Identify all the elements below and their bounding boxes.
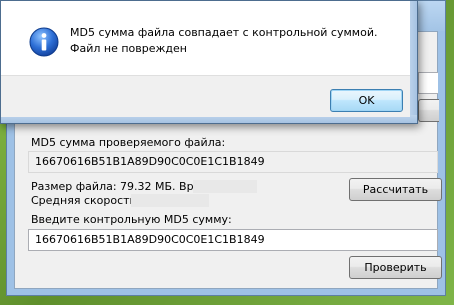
file-size-label: Размер файла: 79.32 МБ. Время: [31, 180, 219, 193]
message-box-dialog: MD5 сумма файла совпадает с контрольной … [0, 0, 418, 124]
average-speed-value [131, 194, 209, 207]
checksum-input[interactable]: 16670616B51B1A89D90C0C0E1C1B1849 [28, 229, 438, 251]
average-speed-label: Средняя скорость: [31, 194, 140, 207]
verify-button[interactable]: Проверить [349, 256, 442, 279]
checked-hash-field[interactable]: 16670616B51B1A89D90C0C0E1C1B1849 [28, 151, 438, 173]
dialog-frame-right [409, 1, 417, 123]
elapsed-time-value [193, 180, 257, 193]
checked-hash-label: MD5 сумма проверяемого файла: [31, 136, 226, 149]
calculate-button[interactable]: Рассчитать [349, 178, 442, 201]
dialog-message-area: MD5 сумма файла совпадает с контрольной … [1, 1, 410, 75]
file-path-input[interactable] [418, 72, 438, 94]
dialog-message: MD5 сумма файла совпадает с контрольной … [70, 26, 378, 55]
enter-checksum-label: Введите контрольную MD5 сумму: [31, 213, 232, 226]
dialog-button-bar: OK [1, 75, 410, 117]
info-icon [29, 27, 59, 57]
ok-button[interactable]: OK [330, 89, 403, 112]
browse-button[interactable] [418, 99, 439, 122]
